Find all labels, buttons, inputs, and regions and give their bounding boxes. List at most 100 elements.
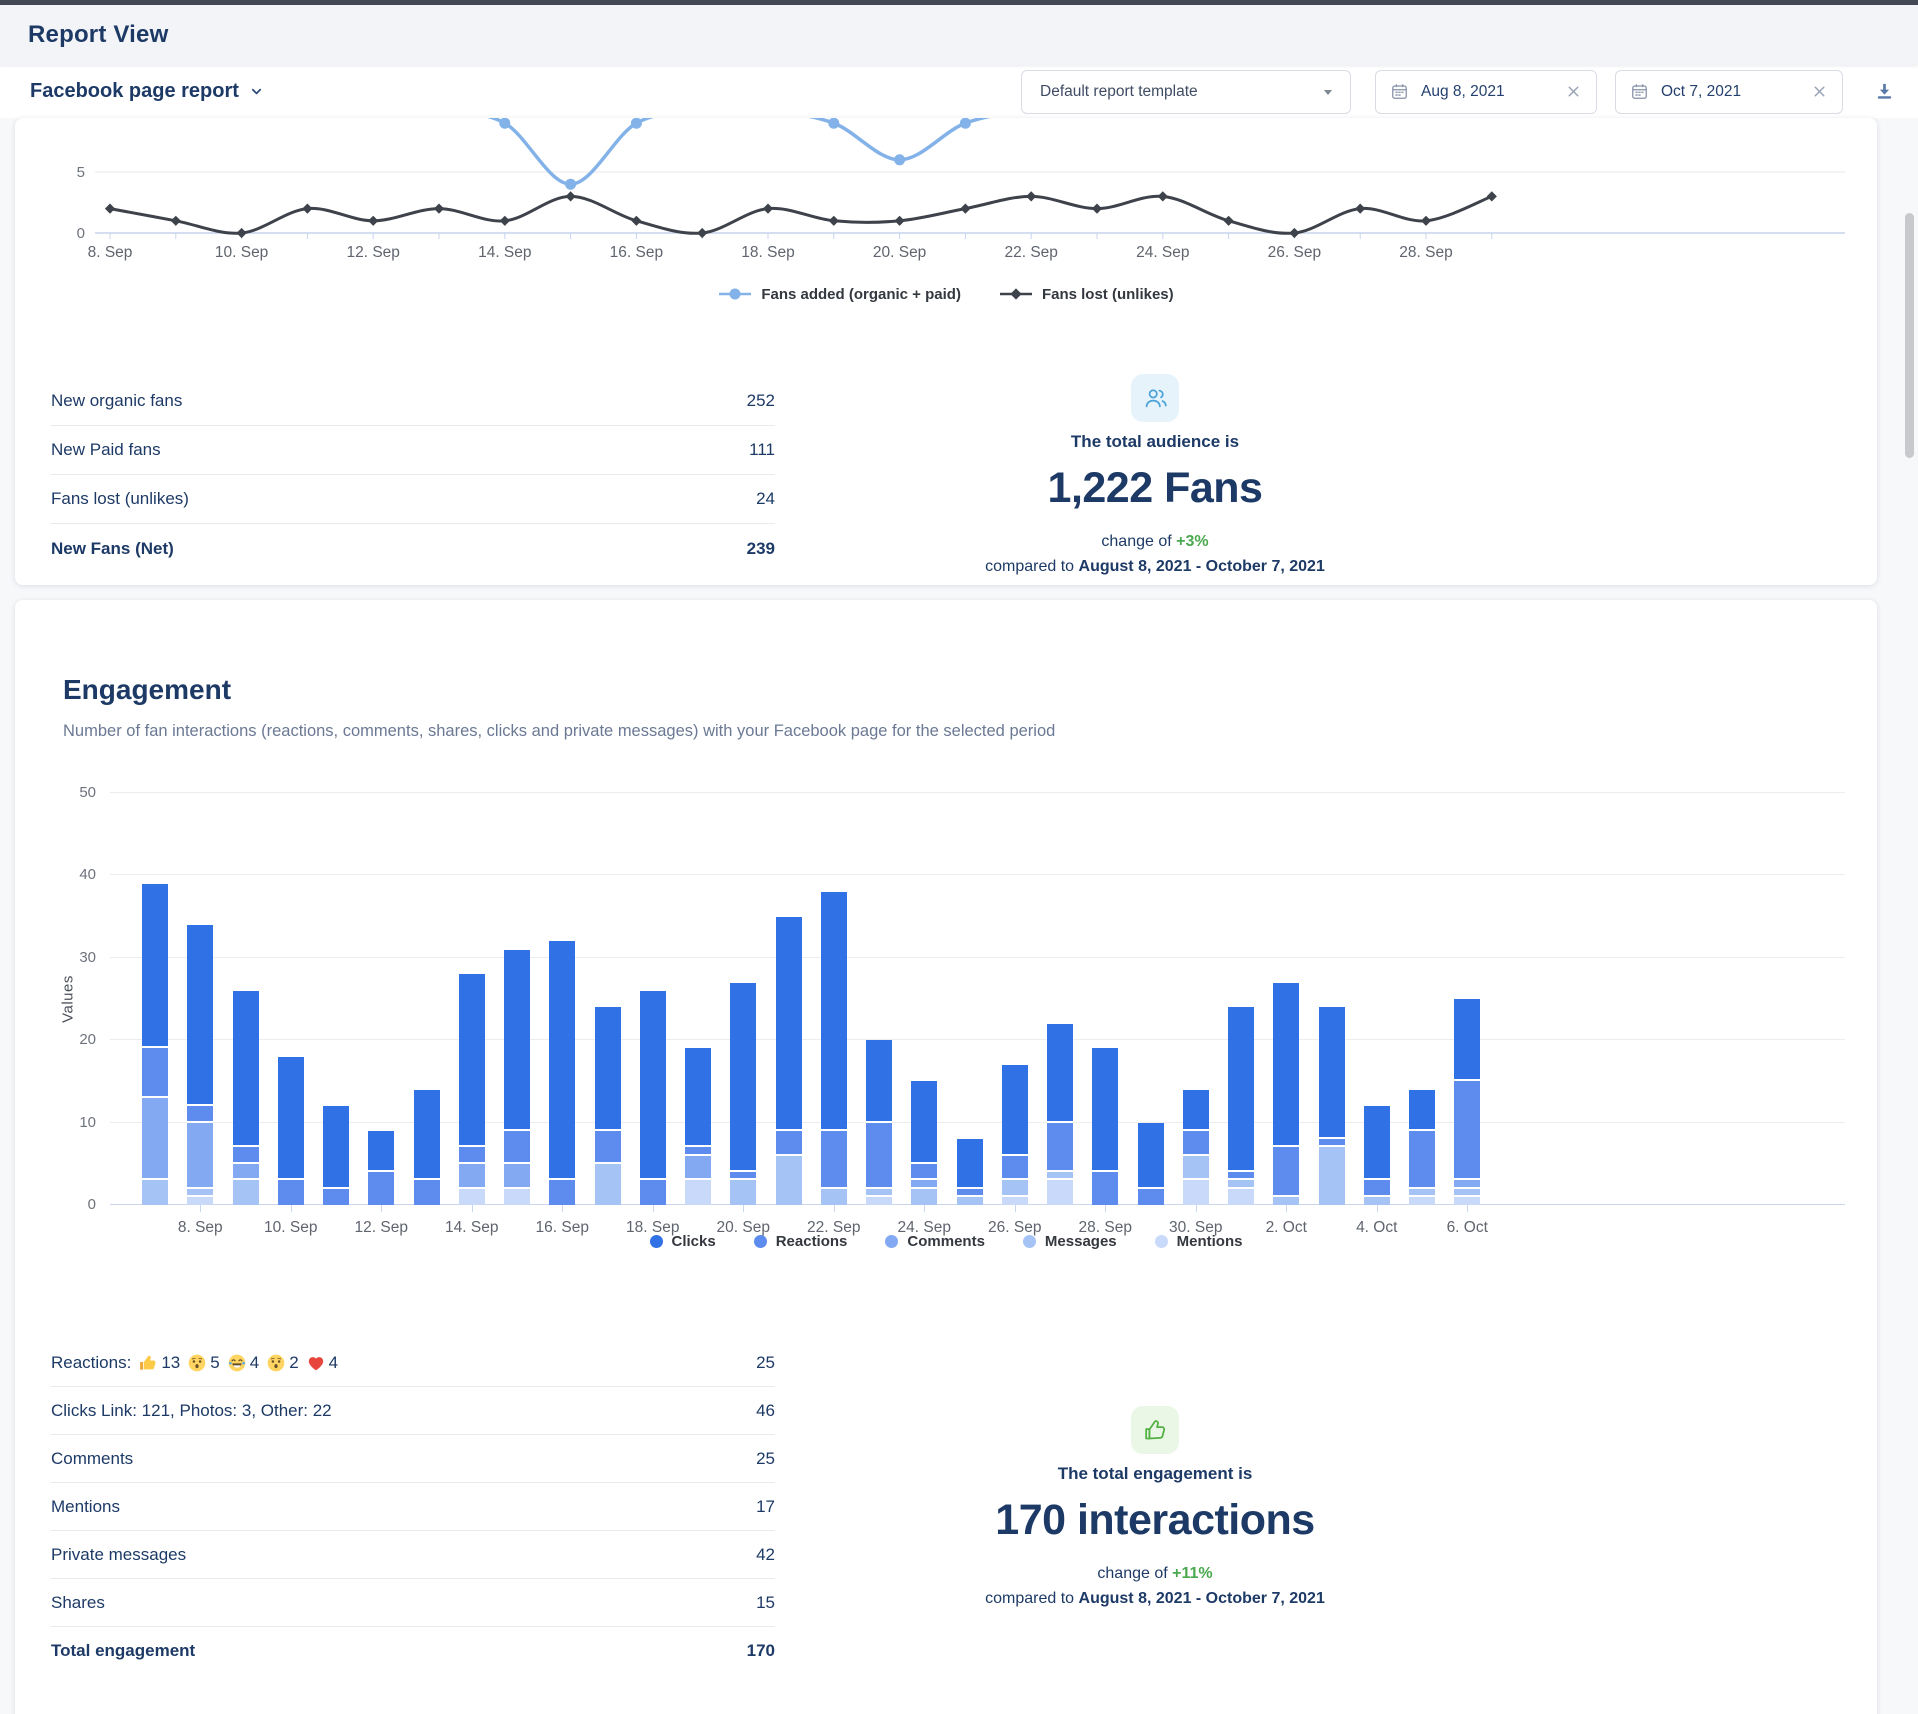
svg-text:18. Sep: 18. Sep — [741, 244, 794, 261]
svg-text:8. Sep: 8. Sep — [88, 244, 133, 261]
thumbs-up-icon — [1131, 1406, 1179, 1454]
segment-messages — [233, 1180, 259, 1205]
segment-reactions — [595, 1131, 621, 1164]
bar-26-sep — [1002, 1065, 1028, 1205]
laughing-face-emoji-icon — [227, 1353, 247, 1373]
segment-reactions — [142, 1048, 168, 1097]
bar-27-sep — [1047, 1024, 1073, 1205]
row-value: 25 — [756, 1449, 775, 1469]
svg-text:20. Sep: 20. Sep — [873, 244, 926, 261]
segment-messages — [866, 1189, 892, 1197]
segment-clicks — [323, 1106, 349, 1188]
x-tick — [1015, 1205, 1016, 1212]
segment-reactions — [1364, 1180, 1390, 1196]
segment-mentions — [1454, 1197, 1480, 1205]
summary-compare: compared to August 8, 2021 - October 7, … — [985, 1590, 1325, 1608]
segment-messages — [142, 1180, 168, 1205]
x-tick — [834, 1205, 835, 1212]
segment-mentions — [187, 1197, 213, 1205]
bar-28-sep — [1092, 1048, 1118, 1205]
template-select-value: Default report template — [1040, 83, 1198, 101]
table-row: Shares15 — [51, 1579, 775, 1627]
red-heart-emoji-icon — [306, 1353, 326, 1373]
segment-messages — [1454, 1189, 1480, 1197]
bar-19-sep — [685, 1048, 711, 1205]
summary-change: change of +11% — [1097, 1565, 1212, 1583]
segment-mentions — [1002, 1197, 1028, 1205]
template-select[interactable]: Default report template — [1021, 70, 1351, 114]
segment-mentions — [1228, 1189, 1254, 1205]
table-row: New Paid fans111 — [51, 426, 775, 475]
legend-item-fans-lost-unlikes[interactable]: Fans lost (unlikes) — [999, 286, 1174, 303]
segment-messages — [1183, 1156, 1209, 1181]
download-button[interactable] — [1869, 76, 1900, 107]
summary-value: 170 interactions — [995, 1496, 1314, 1545]
x-tick-label: 26. Sep — [965, 1219, 1065, 1237]
x-tick-label: 18. Sep — [603, 1219, 703, 1237]
date-to-input[interactable]: Oct 7, 2021 — [1615, 70, 1843, 114]
summary-compare: compared to August 8, 2021 - October 7, … — [985, 558, 1325, 576]
segment-clicks — [1002, 1065, 1028, 1156]
engagement-card: Engagement Number of fan interactions (r… — [15, 600, 1877, 1714]
x-tick-label: 24. Sep — [874, 1219, 974, 1237]
gridline — [110, 1039, 1845, 1040]
segment-comments — [685, 1156, 711, 1181]
section-description: Number of fan interactions (reactions, c… — [63, 722, 1877, 741]
segment-clicks — [911, 1081, 937, 1163]
segment-reactions — [1228, 1172, 1254, 1180]
segment-mentions — [685, 1180, 711, 1205]
segment-messages — [1228, 1180, 1254, 1188]
table-row: Fans lost (unlikes)24 — [51, 475, 775, 524]
gridline — [110, 1122, 1845, 1123]
segment-reactions — [549, 1180, 575, 1205]
table-row: Reactions:13542425 — [51, 1339, 775, 1387]
segment-clicks — [1273, 983, 1299, 1148]
engagement-bar-chart: Values 010203040508. Sep10. Sep12. Sep14… — [110, 793, 1845, 1205]
svg-text:12. Sep: 12. Sep — [346, 244, 399, 261]
segment-reactions — [368, 1172, 394, 1205]
row-label: Mentions — [51, 1497, 120, 1517]
segment-messages — [957, 1197, 983, 1205]
segment-comments — [504, 1164, 530, 1189]
date-from-value: Aug 8, 2021 — [1421, 83, 1505, 101]
row-value: 46 — [756, 1401, 775, 1421]
x-tick — [1105, 1205, 1106, 1212]
scrollbar-track — [1905, 0, 1914, 1714]
summary-change: change of +3% — [1101, 533, 1208, 551]
x-tick — [924, 1205, 925, 1212]
bar-21-sep — [776, 917, 802, 1205]
bar-30-sep — [1183, 1090, 1209, 1205]
svg-text:10. Sep: 10. Sep — [215, 244, 268, 261]
segment-clicks — [1138, 1123, 1164, 1189]
segment-mentions — [459, 1189, 485, 1205]
table-row: Total engagement170 — [51, 1627, 775, 1675]
segment-reactions — [1273, 1147, 1299, 1196]
legend-item-fans-added-organic-paid[interactable]: Fans added (organic + paid) — [718, 286, 961, 303]
x-tick-label: 22. Sep — [784, 1219, 884, 1237]
x-tick-label: 16. Sep — [512, 1219, 612, 1237]
x-tick — [1467, 1205, 1468, 1212]
scrollbar-thumb[interactable] — [1905, 213, 1914, 458]
compare-range: August 8, 2021 - October 7, 2021 — [1079, 1590, 1325, 1607]
segment-clicks — [1409, 1090, 1435, 1131]
close-icon[interactable] — [1811, 83, 1828, 100]
compare-range: August 8, 2021 - October 7, 2021 — [1079, 558, 1325, 575]
date-from-input[interactable]: Aug 8, 2021 — [1375, 70, 1597, 114]
bar-10-sep — [278, 1057, 304, 1205]
segment-clicks — [1183, 1090, 1209, 1131]
bar-7-sep — [142, 884, 168, 1205]
bar-22-sep — [821, 892, 847, 1205]
segment-reactions — [957, 1189, 983, 1197]
y-tick-label: 40 — [79, 866, 96, 883]
fans-table: New organic fans252New Paid fans111Fans … — [51, 377, 775, 573]
segment-comments — [1454, 1180, 1480, 1188]
segment-reactions — [1454, 1081, 1480, 1180]
close-icon[interactable] — [1565, 83, 1582, 100]
segment-clicks — [1047, 1024, 1073, 1123]
segment-messages — [730, 1180, 756, 1205]
segment-reactions — [640, 1180, 666, 1205]
report-name-dropdown[interactable]: Facebook page report — [30, 80, 264, 103]
segment-reactions — [1047, 1123, 1073, 1172]
segment-messages — [1047, 1172, 1073, 1180]
bar-13-sep — [414, 1090, 440, 1205]
